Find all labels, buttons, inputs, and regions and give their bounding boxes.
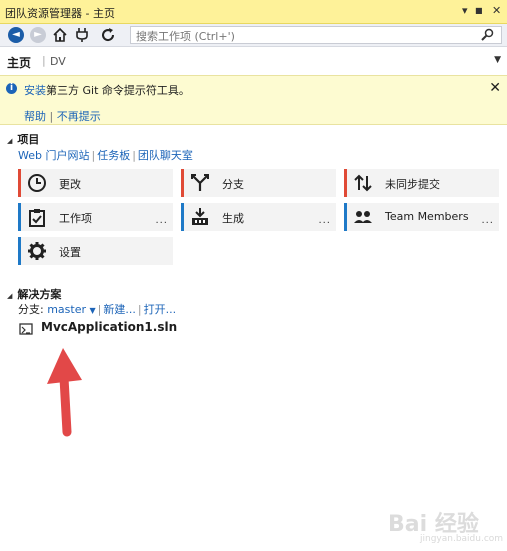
chevron-down-icon[interactable]: ▼ — [494, 55, 501, 65]
connect-icon[interactable] — [74, 27, 90, 43]
forward-icon[interactable]: ► — [30, 27, 46, 43]
home-icon[interactable] — [52, 27, 68, 43]
solutions-section-header[interactable]: ◢ 解决方案 — [7, 286, 61, 302]
annotation-arrow-icon — [47, 348, 82, 437]
tile-label: 分支 — [222, 178, 244, 191]
back-icon[interactable]: ◄ — [8, 27, 24, 43]
tile-label: 更改 — [59, 178, 81, 191]
maximize-button[interactable]: ■ — [475, 6, 483, 15]
more-options[interactable]: ... — [318, 215, 331, 226]
build-icon — [190, 207, 210, 227]
tile-settings[interactable]: 设置 — [18, 237, 173, 265]
tile-branches[interactable]: 分支 — [181, 169, 336, 197]
refresh-icon[interactable] — [100, 27, 116, 43]
more-options[interactable]: ... — [155, 215, 168, 226]
close-window-button[interactable]: ✕ — [492, 4, 501, 17]
new-solution-link[interactable]: 新建... — [103, 303, 136, 316]
solutions-section-title: 解决方案 — [17, 288, 62, 301]
project-section-header[interactable]: ◢ 项目 — [7, 131, 39, 147]
window-menu-button[interactable]: ▾ — [462, 4, 468, 17]
tile-label: 设置 — [59, 246, 81, 259]
branch-value: master — [47, 303, 87, 316]
branch-selector[interactable]: master ▼ — [47, 303, 95, 316]
info-icon: i — [6, 83, 17, 94]
clipboard-check-icon — [27, 207, 47, 227]
watermark-url: jingyan.baidu.com — [420, 534, 504, 544]
open-solution-link[interactable]: 打开... — [144, 303, 177, 316]
sync-arrows-icon — [353, 173, 373, 193]
clock-icon — [27, 173, 47, 193]
team-room-link[interactable]: 团队聊天室 — [138, 149, 193, 162]
chevron-down-icon: ▼ — [89, 306, 96, 315]
more-options[interactable]: ... — [481, 215, 494, 226]
people-icon — [353, 207, 373, 227]
web-portal-link[interactable]: Web 门户网站 — [18, 149, 89, 162]
info-notification: i 安装第三方 Git 命令提示符工具。 ✕ 帮助 | 不再提示 — [0, 75, 507, 125]
tile-team-members[interactable]: Team Members ... — [344, 203, 499, 231]
branch-label: 分支: — [18, 303, 44, 316]
tile-build[interactable]: 生成 ... — [181, 203, 336, 231]
link-separator: | — [49, 110, 54, 123]
project-name: DV — [50, 55, 66, 68]
collapse-triangle-icon[interactable]: ◢ — [7, 137, 12, 145]
page-title: 主页 — [7, 56, 32, 70]
tile-unsynced-commits[interactable]: 未同步提交 — [344, 169, 499, 197]
search-input[interactable] — [134, 27, 468, 45]
search-box[interactable] — [130, 26, 502, 45]
search-icon[interactable] — [481, 28, 495, 45]
help-link[interactable]: 帮助 — [24, 110, 46, 123]
branch-icon — [190, 173, 210, 193]
tile-changes[interactable]: 更改 — [18, 169, 173, 197]
tile-label: Team Members — [385, 210, 469, 223]
project-section-title: 项目 — [17, 133, 40, 146]
collapse-triangle-icon[interactable]: ◢ — [7, 292, 12, 300]
notification-message: 安装第三方 Git 命令提示符工具。 — [24, 82, 190, 98]
notification-links: 帮助 | 不再提示 — [24, 108, 101, 124]
solutions-actions: 分支: master ▼ | 新建... | 打开... — [18, 303, 177, 316]
gear-icon — [27, 241, 47, 261]
install-link[interactable]: 安装 — [24, 84, 46, 97]
tile-work-items[interactable]: 工作项 ... — [18, 203, 173, 231]
tile-label: 生成 — [222, 212, 244, 225]
project-links: Web 门户网站 | 任务板 | 团队聊天室 — [18, 149, 193, 162]
toolbar: ◄ ► — [0, 24, 507, 47]
solution-file-icon — [19, 322, 33, 336]
dismiss-link[interactable]: 不再提示 — [57, 110, 101, 123]
window-title: 团队资源管理器 - 主页 — [5, 7, 115, 20]
task-board-link[interactable]: 任务板 — [97, 149, 130, 162]
page-header: 主页 | DV ▼ — [0, 48, 507, 74]
window-title-bar: 团队资源管理器 - 主页 ▾ ■ ✕ — [0, 0, 507, 24]
tile-label: 未同步提交 — [385, 178, 440, 191]
close-icon[interactable]: ✕ — [489, 80, 501, 96]
notification-text: 第三方 Git 命令提示符工具。 — [46, 84, 190, 97]
header-separator: | — [42, 54, 46, 67]
solution-file-name: MvcApplication1.sln — [41, 320, 178, 334]
tile-label: 工作项 — [59, 212, 92, 225]
